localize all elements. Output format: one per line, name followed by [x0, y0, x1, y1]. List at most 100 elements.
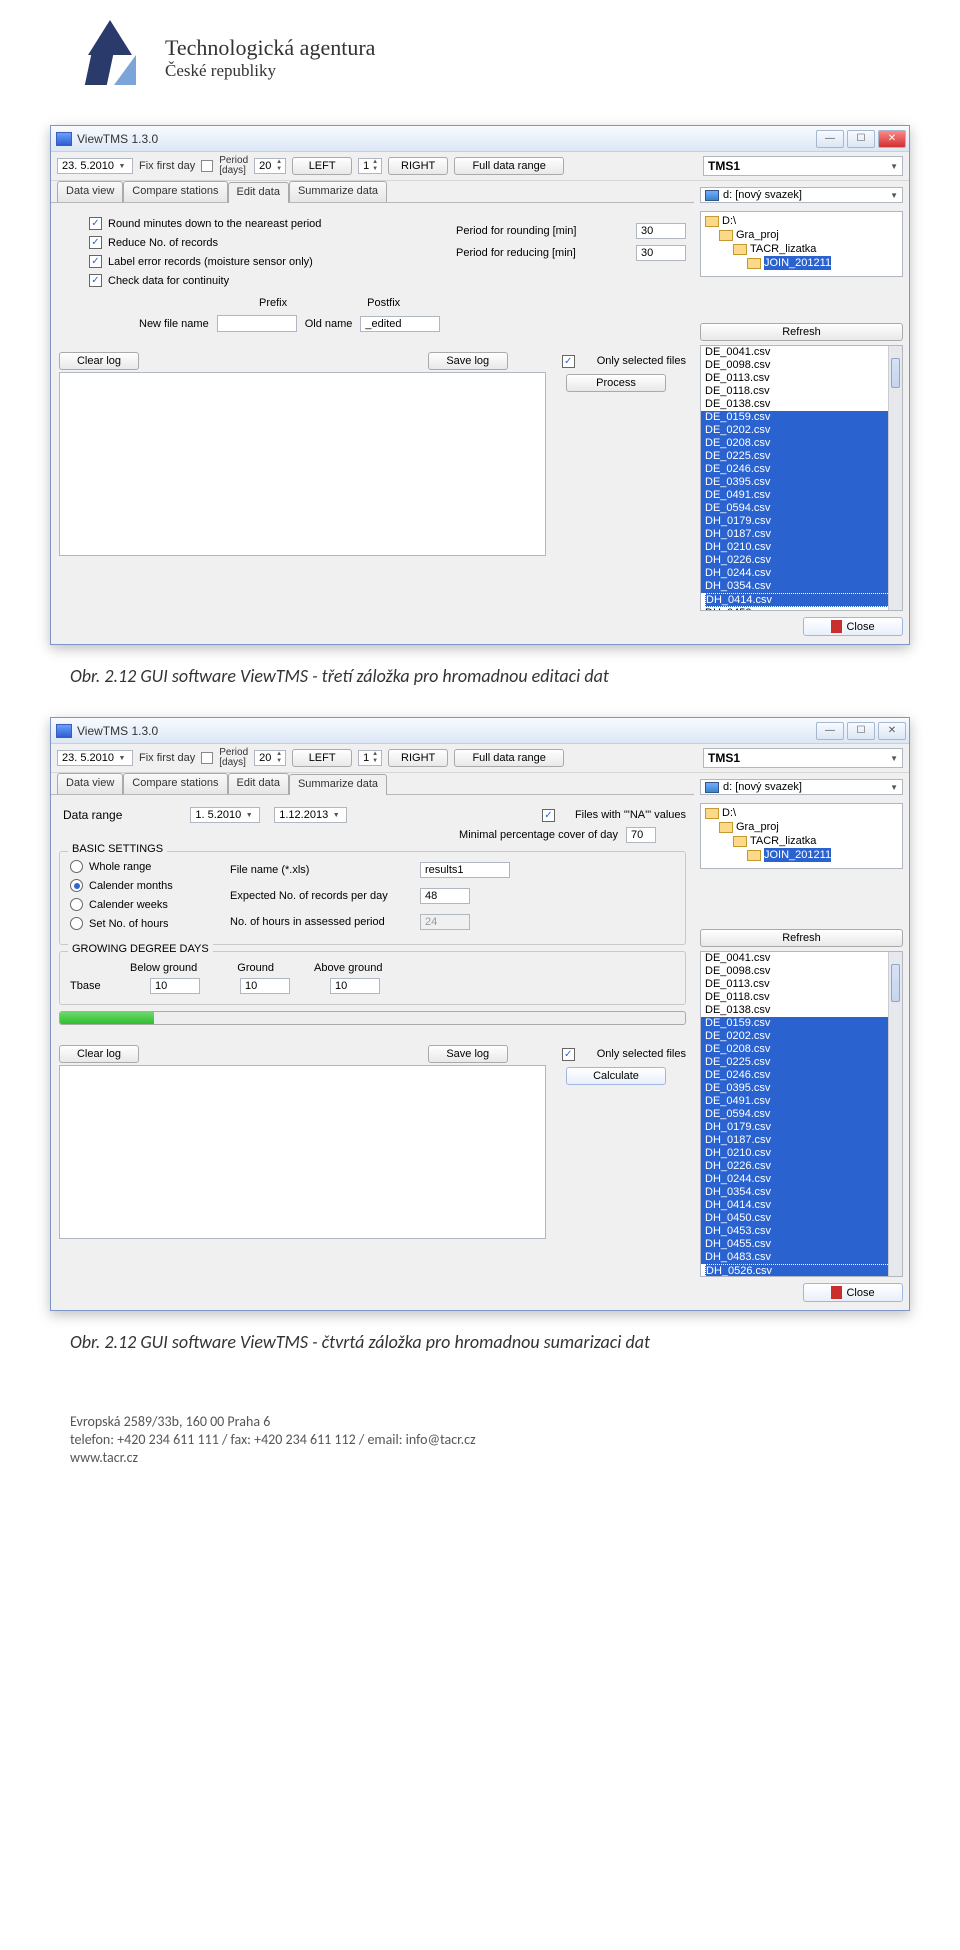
scrollbar[interactable]: [888, 952, 902, 1276]
tab-compare-stations[interactable]: Compare stations: [123, 773, 227, 794]
fix-first-day-checkbox[interactable]: [201, 752, 213, 764]
clear-log-button[interactable]: Clear log: [59, 352, 139, 370]
close-button[interactable]: Close: [803, 617, 903, 636]
only-selected-checkbox[interactable]: [562, 355, 575, 368]
scrollbar[interactable]: [888, 346, 902, 610]
file-item[interactable]: DE_0098.csv: [701, 965, 902, 978]
file-item[interactable]: DE_0138.csv: [701, 398, 902, 411]
tab-edit-data[interactable]: Edit data: [228, 773, 289, 794]
file-item-selected[interactable]: DH_0244.csv: [701, 567, 902, 580]
minimize-button[interactable]: —: [816, 722, 844, 740]
file-item-selected[interactable]: DH_0244.csv: [701, 1173, 902, 1186]
file-item[interactable]: DE_0041.csv: [701, 346, 902, 359]
file-item-selected[interactable]: DE_0202.csv: [701, 1030, 902, 1043]
file-item[interactable]: DE_0113.csv: [701, 978, 902, 991]
files-na-checkbox[interactable]: [542, 809, 555, 822]
file-item-selected[interactable]: DE_0246.csv: [701, 463, 902, 476]
file-item-selected[interactable]: DH_0179.csv: [701, 1121, 902, 1134]
file-item-selected[interactable]: DH_0453.csv: [701, 1225, 902, 1238]
file-item-selected[interactable]: DE_0491.csv: [701, 489, 902, 502]
radio-1[interactable]: [70, 879, 83, 892]
tab-data-view[interactable]: Data view: [57, 181, 123, 202]
date-field[interactable]: 23. 5.2010▼: [57, 750, 133, 766]
file-item[interactable]: DE_0118.csv: [701, 385, 902, 398]
drive-dropdown[interactable]: d: [nový svazek]▼: [700, 779, 903, 795]
maximize-button[interactable]: ☐: [847, 130, 875, 148]
folder-tree[interactable]: D:\ Gra_proj TACR_lizatka JOIN_201211: [700, 803, 903, 869]
file-item-selected[interactable]: DE_0202.csv: [701, 424, 902, 437]
date-field[interactable]: 23. 5.2010▼: [57, 158, 133, 174]
titlebar[interactable]: ViewTMS 1.3.0 — ☐ ✕: [51, 126, 909, 152]
close-button[interactable]: Close: [803, 1283, 903, 1302]
tab-compare-stations[interactable]: Compare stations: [123, 181, 227, 202]
radio-0[interactable]: [70, 860, 83, 873]
refresh-button[interactable]: Refresh: [700, 323, 903, 341]
clear-log-button[interactable]: Clear log: [59, 1045, 139, 1063]
calculate-button[interactable]: Calculate: [566, 1067, 666, 1085]
fix-first-day-checkbox[interactable]: [201, 160, 213, 172]
filename-input[interactable]: results1: [420, 862, 510, 878]
file-item-selected[interactable]: DE_0225.csv: [701, 450, 902, 463]
postfix-input[interactable]: _edited: [360, 316, 440, 332]
file-item-selected[interactable]: DH_0226.csv: [701, 1160, 902, 1173]
period-spinner[interactable]: 20▲▼: [254, 750, 286, 766]
file-item-selected[interactable]: DH_0226.csv: [701, 554, 902, 567]
left-count-spinner[interactable]: 1▲▼: [358, 750, 382, 766]
file-item-selected[interactable]: DE_0594.csv: [701, 502, 902, 515]
file-item-selected[interactable]: DH_0455.csv: [701, 1238, 902, 1251]
only-selected-checkbox[interactable]: [562, 1048, 575, 1061]
prefix-input[interactable]: [217, 315, 297, 332]
file-item-selected[interactable]: DE_0491.csv: [701, 1095, 902, 1108]
left-button[interactable]: LEFT: [292, 749, 352, 767]
save-log-button[interactable]: Save log: [428, 352, 508, 370]
file-item-selected[interactable]: DE_0208.csv: [701, 437, 902, 450]
minimize-button[interactable]: —: [816, 130, 844, 148]
round-period-input[interactable]: 30: [636, 223, 686, 239]
file-item-selected[interactable]: DE_0395.csv: [701, 1082, 902, 1095]
folder-tree[interactable]: D:\ Gra_proj TACR_lizatka JOIN_201211: [700, 211, 903, 277]
file-item-selected[interactable]: DE_0159.csv: [701, 1017, 902, 1030]
file-item[interactable]: DE_0118.csv: [701, 991, 902, 1004]
process-button[interactable]: Process: [566, 374, 666, 392]
file-item-selected[interactable]: DE_0225.csv: [701, 1056, 902, 1069]
file-item-selected[interactable]: DH_0210.csv: [701, 541, 902, 554]
period-spinner[interactable]: 20▲▼: [254, 158, 286, 174]
tms-dropdown[interactable]: TMS1▼: [703, 156, 903, 176]
file-list[interactable]: DE_0041.csvDE_0098.csvDE_0113.csvDE_0118…: [700, 951, 903, 1277]
file-item-selected[interactable]: DE_0395.csv: [701, 476, 902, 489]
date-to-input[interactable]: 1.12.2013▼: [274, 807, 347, 823]
file-item-selected[interactable]: DE_0208.csv: [701, 1043, 902, 1056]
file-item-selected[interactable]: DH_0414.csv: [705, 593, 898, 607]
reduce-checkbox[interactable]: [89, 236, 102, 249]
drive-dropdown[interactable]: d: [nový svazek]▼: [700, 187, 903, 203]
file-item-selected[interactable]: DH_0179.csv: [701, 515, 902, 528]
tab-data-view[interactable]: Data view: [57, 773, 123, 794]
file-item-selected[interactable]: DH_0526.csv: [705, 1264, 898, 1277]
titlebar[interactable]: ViewTMS 1.3.0 — ☐ ✕: [51, 718, 909, 744]
file-item[interactable]: DH_0450.csv: [701, 607, 902, 611]
file-item-selected[interactable]: DH_0414.csv: [701, 1199, 902, 1212]
round-checkbox[interactable]: [89, 217, 102, 230]
labelerr-checkbox[interactable]: [89, 255, 102, 268]
tbase-ground-input[interactable]: 10: [240, 978, 290, 994]
log-textarea[interactable]: [59, 1065, 546, 1239]
file-item-selected[interactable]: DE_0159.csv: [701, 411, 902, 424]
full-data-button[interactable]: Full data range: [454, 157, 564, 175]
close-x-button[interactable]: ✕: [878, 722, 906, 740]
file-item[interactable]: DE_0098.csv: [701, 359, 902, 372]
left-button[interactable]: LEFT: [292, 157, 352, 175]
file-item[interactable]: DE_0113.csv: [701, 372, 902, 385]
file-item-selected[interactable]: DE_0594.csv: [701, 1108, 902, 1121]
tbase-above-input[interactable]: 10: [330, 978, 380, 994]
full-data-button[interactable]: Full data range: [454, 749, 564, 767]
tms-dropdown[interactable]: TMS1▼: [703, 748, 903, 768]
refresh-button[interactable]: Refresh: [700, 929, 903, 947]
expected-records-input[interactable]: 48: [420, 888, 470, 904]
file-item-selected[interactable]: DH_0450.csv: [701, 1212, 902, 1225]
file-item-selected[interactable]: DH_0354.csv: [701, 1186, 902, 1199]
right-button[interactable]: RIGHT: [388, 157, 448, 175]
file-item-selected[interactable]: DH_0210.csv: [701, 1147, 902, 1160]
tab-summarize-data[interactable]: Summarize data: [289, 181, 387, 202]
close-x-button[interactable]: ✕: [878, 130, 906, 148]
tab-summarize-data[interactable]: Summarize data: [289, 774, 387, 795]
